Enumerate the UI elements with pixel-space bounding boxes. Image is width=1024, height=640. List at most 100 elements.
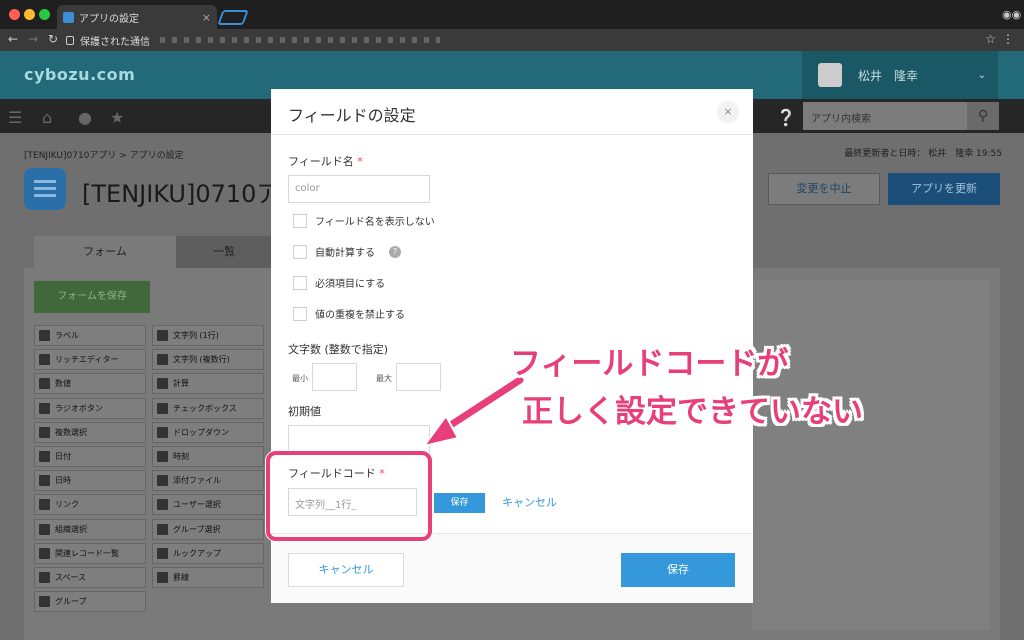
save-form-button[interactable]: フォームを保存	[34, 281, 150, 313]
default-value-input[interactable]	[288, 425, 430, 453]
palette-item-label: リンク	[55, 500, 79, 510]
field-code-cancel-link[interactable]: キャンセル	[502, 494, 557, 510]
star-icon[interactable]: ☆	[985, 32, 996, 46]
window-minimize-button[interactable]	[24, 9, 35, 20]
bell-icon[interactable]: ●	[78, 108, 92, 127]
palette-item[interactable]: リンク	[34, 494, 146, 516]
dialog-footer: キャンセル 保存	[271, 533, 753, 603]
cancel-button[interactable]: キャンセル	[288, 553, 404, 587]
forward-icon[interactable]: →	[28, 32, 38, 46]
palette-item[interactable]: 罫線	[152, 567, 264, 588]
checkbox-label: 自動計算する	[315, 248, 375, 259]
breadcrumb[interactable]: [TENJIKU]0710アプリ > アプリの設定	[24, 148, 184, 161]
max-chars-input[interactable]	[396, 363, 441, 391]
user-menu[interactable]: 松井 隆幸 ⌄	[802, 51, 998, 99]
field-code-save-button[interactable]: 保存	[434, 493, 485, 513]
max-label: 最大	[376, 374, 392, 383]
tab-close-icon[interactable]: ×	[202, 11, 211, 24]
annotation-line-2: 正しく設定できていない	[522, 394, 863, 430]
help-icon[interactable]: ?	[389, 245, 401, 258]
required-mark: *	[357, 155, 363, 168]
palette-item[interactable]: 組織選択	[34, 518, 146, 540]
field-type-icon	[157, 378, 168, 390]
field-type-icon	[39, 378, 50, 390]
checkbox-auto-calc[interactable]: 自動計算する ?	[293, 244, 401, 259]
default-value-label: 初期値	[288, 405, 321, 418]
palette-item-label: グループ選択	[173, 524, 221, 534]
field-type-icon	[39, 596, 50, 608]
checkbox[interactable]	[293, 213, 307, 228]
palette-item[interactable]: グループ	[34, 591, 146, 613]
close-icon[interactable]: ×	[717, 101, 739, 123]
url-field[interactable]: 保護された通信	[66, 31, 996, 49]
checkbox-hide-field-name[interactable]: フィールド名を表示しない	[293, 213, 435, 228]
home-icon[interactable]: ⌂	[42, 108, 52, 127]
palette-item-label: ユーザー選択	[173, 500, 221, 510]
palette-item[interactable]: ラベル	[34, 325, 146, 346]
checkbox[interactable]	[293, 275, 307, 290]
palette-item[interactable]: 関連レコード一覧	[34, 542, 146, 564]
palette-item-label: 計算	[173, 379, 189, 389]
tab-form[interactable]: フォーム	[34, 236, 176, 268]
palette-item[interactable]: ラジオボタン	[34, 397, 146, 419]
palette-item[interactable]: グループ選択	[152, 518, 264, 540]
palette-item[interactable]: ルックアップ	[152, 542, 264, 564]
min-chars-input[interactable]	[312, 363, 357, 391]
palette-item[interactable]: チェックボックス	[152, 397, 264, 419]
field-type-icon	[39, 547, 50, 559]
palette-item[interactable]: 日時	[34, 470, 146, 492]
checkbox[interactable]	[293, 306, 307, 321]
reload-icon[interactable]: ↻	[48, 32, 58, 46]
checkbox-required[interactable]: 必須項目にする	[293, 275, 385, 290]
min-label: 最小	[292, 374, 308, 383]
palette-item-label: 日付	[55, 452, 71, 461]
palette-item[interactable]: 日付	[34, 446, 146, 467]
palette-item[interactable]: 計算	[152, 373, 264, 395]
browser-tab[interactable]: アプリの設定 ×	[57, 5, 217, 29]
palette-item-label: 複数選択	[55, 427, 87, 437]
browser-tab-bar: アプリの設定 × ◉◉	[0, 0, 1024, 29]
palette-item-label: グループ	[55, 597, 87, 607]
search-icon[interactable]: ⚲	[967, 102, 999, 130]
field-name-input[interactable]: color	[288, 175, 430, 203]
palette-item[interactable]: 文字列 (1行)	[152, 325, 264, 346]
field-type-icon	[157, 330, 168, 341]
palette-item-label: スペース	[55, 573, 87, 582]
palette-item[interactable]: ユーザー選択	[152, 494, 264, 516]
back-icon[interactable]: ←	[8, 32, 18, 46]
palette-item[interactable]: 添付ファイル	[152, 470, 264, 492]
checkbox-unique[interactable]: 値の重複を禁止する	[293, 306, 405, 321]
star-favorites-icon[interactable]: ★	[110, 108, 124, 127]
dialog-title: フィールドの設定	[288, 106, 416, 125]
palette-item[interactable]: 時刻	[152, 446, 264, 467]
palette-item-label: 時刻	[173, 452, 189, 461]
new-tab-button[interactable]	[217, 10, 249, 25]
checkbox[interactable]	[293, 244, 307, 259]
field-type-icon	[39, 354, 50, 366]
palette-item[interactable]: リッチエディター	[34, 349, 146, 371]
cancel-changes-button[interactable]: 変更を中止	[768, 173, 880, 205]
palette-item[interactable]: 複数選択	[34, 421, 146, 443]
palette-item[interactable]: 数値	[34, 373, 146, 395]
field-name-label-text: フィールド名	[288, 155, 354, 168]
palette-item-label: チェックボックス	[173, 403, 237, 413]
window-maximize-button[interactable]	[39, 9, 50, 20]
address-bar: ← → ↻ 保護された通信 ☆ ⋮	[0, 29, 1024, 51]
annotation-line-1: フィールドコードが	[510, 346, 789, 382]
palette-item[interactable]: ドロップダウン	[152, 421, 264, 443]
menu-icon[interactable]: ⋮	[1002, 32, 1014, 46]
app-search-input[interactable]: アプリ内検索	[803, 102, 967, 130]
url-text-blurred	[160, 37, 440, 43]
save-button[interactable]: 保存	[621, 553, 735, 587]
field-type-icon	[39, 572, 50, 583]
palette-item[interactable]: スペース	[34, 567, 146, 588]
window-close-button[interactable]	[9, 9, 20, 20]
field-type-icon	[157, 547, 168, 559]
hamburger-menu-icon[interactable]: ☰	[8, 108, 22, 127]
palette-item[interactable]: 文字列 (複数行)	[152, 349, 264, 371]
help-icon[interactable]: ❔	[776, 108, 796, 127]
update-app-button[interactable]: アプリを更新	[888, 173, 1000, 205]
checkbox-label: 必須項目にする	[315, 279, 386, 290]
tab-list[interactable]: 一覧	[176, 236, 272, 268]
field-type-icon	[39, 523, 50, 535]
